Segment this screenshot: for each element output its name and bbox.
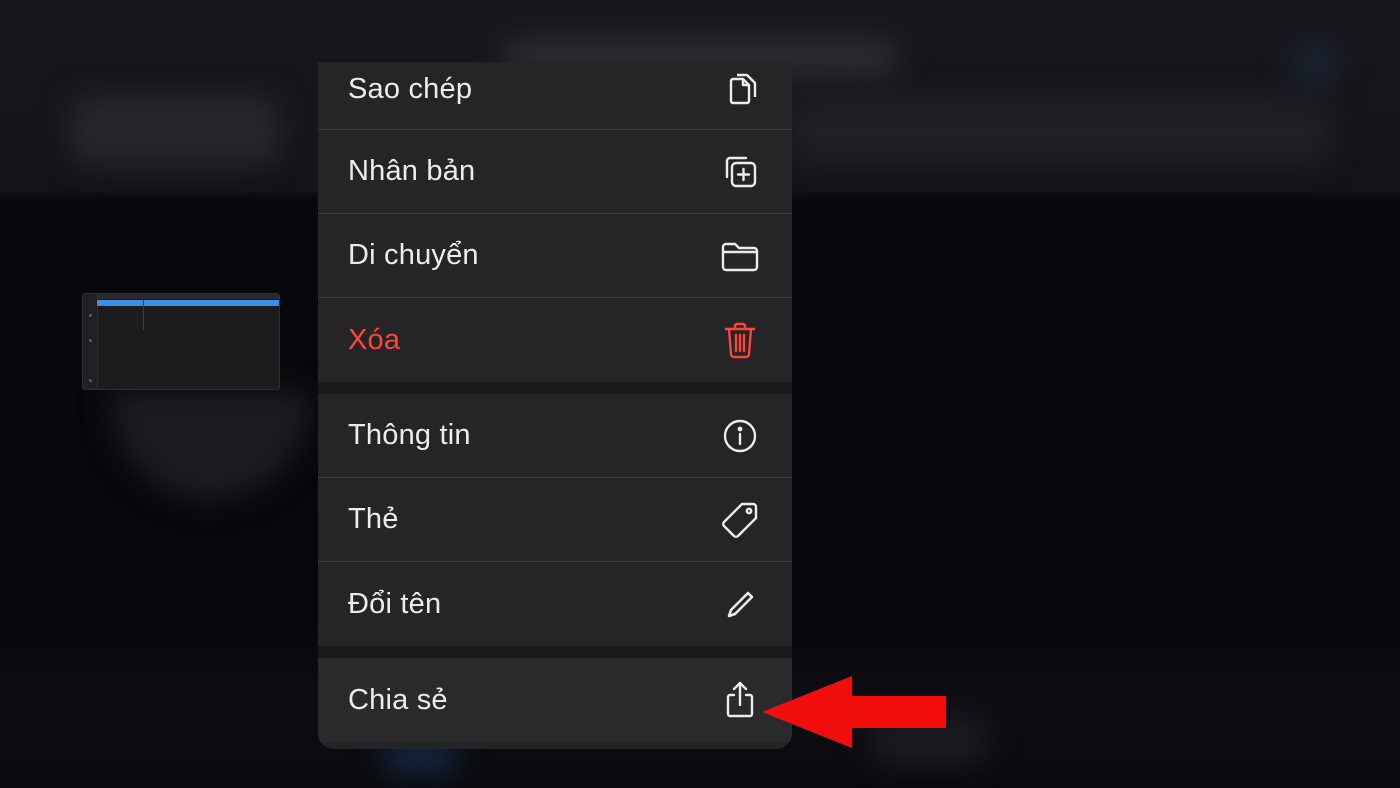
blurred-thumbnail-shadow — [110, 390, 310, 500]
thumbnail-dot — [89, 339, 92, 342]
menu-separator — [318, 646, 792, 658]
blurred-button — [1290, 38, 1340, 88]
menu-separator — [318, 382, 792, 394]
menu-group-primary: Sao chép Nhân bản Di chuyển Xóa — [318, 62, 792, 382]
menu-item-label: Thẻ — [348, 503, 399, 535]
tag-icon — [720, 500, 760, 540]
app-screen: Sao chép Nhân bản Di chuyển Xóa Thông ti… — [0, 0, 1400, 788]
info-icon — [720, 416, 760, 456]
menu-item-tags[interactable]: Thẻ — [318, 478, 792, 562]
menu-item-label: Nhân bản — [348, 155, 476, 187]
menu-item-share[interactable]: Chia sẻ — [318, 658, 792, 742]
thumbnail-header — [83, 294, 279, 299]
menu-item-label: Thông tin — [348, 419, 471, 451]
pencil-icon — [720, 584, 760, 624]
thumbnail-selection — [97, 300, 279, 306]
menu-item-delete[interactable]: Xóa — [318, 298, 792, 382]
menu-item-duplicate[interactable]: Nhân bản — [318, 130, 792, 214]
thumbnail-column-line — [143, 300, 144, 330]
menu-item-info[interactable]: Thông tin — [318, 394, 792, 478]
menu-item-label: Chia sẻ — [348, 683, 448, 716]
menu-group-share: Chia sẻ — [318, 658, 792, 742]
menu-item-label: Xóa — [348, 323, 401, 356]
folder-icon — [720, 236, 760, 276]
menu-item-copy[interactable]: Sao chép — [318, 62, 792, 130]
copy-icon — [720, 70, 760, 110]
annotation-arrow — [762, 676, 946, 748]
blurred-toolbar-left — [70, 95, 280, 165]
menu-item-label: Đổi tên — [348, 587, 442, 620]
thumbnail-dot — [89, 379, 92, 382]
share-icon — [720, 680, 760, 720]
duplicate-icon — [720, 152, 760, 192]
menu-item-label: Di chuyển — [348, 239, 479, 271]
file-thumbnail[interactable] — [82, 293, 280, 390]
thumbnail-dot — [89, 314, 92, 317]
menu-item-move[interactable]: Di chuyển — [318, 214, 792, 298]
menu-group-secondary: Thông tin Thẻ Đổi tên — [318, 394, 792, 646]
trash-icon — [720, 320, 760, 360]
menu-item-rename[interactable]: Đổi tên — [318, 562, 792, 646]
blurred-toolbar-right — [790, 95, 1330, 165]
menu-item-label: Sao chép — [348, 73, 473, 105]
context-menu: Sao chép Nhân bản Di chuyển Xóa Thông ti… — [318, 62, 792, 749]
